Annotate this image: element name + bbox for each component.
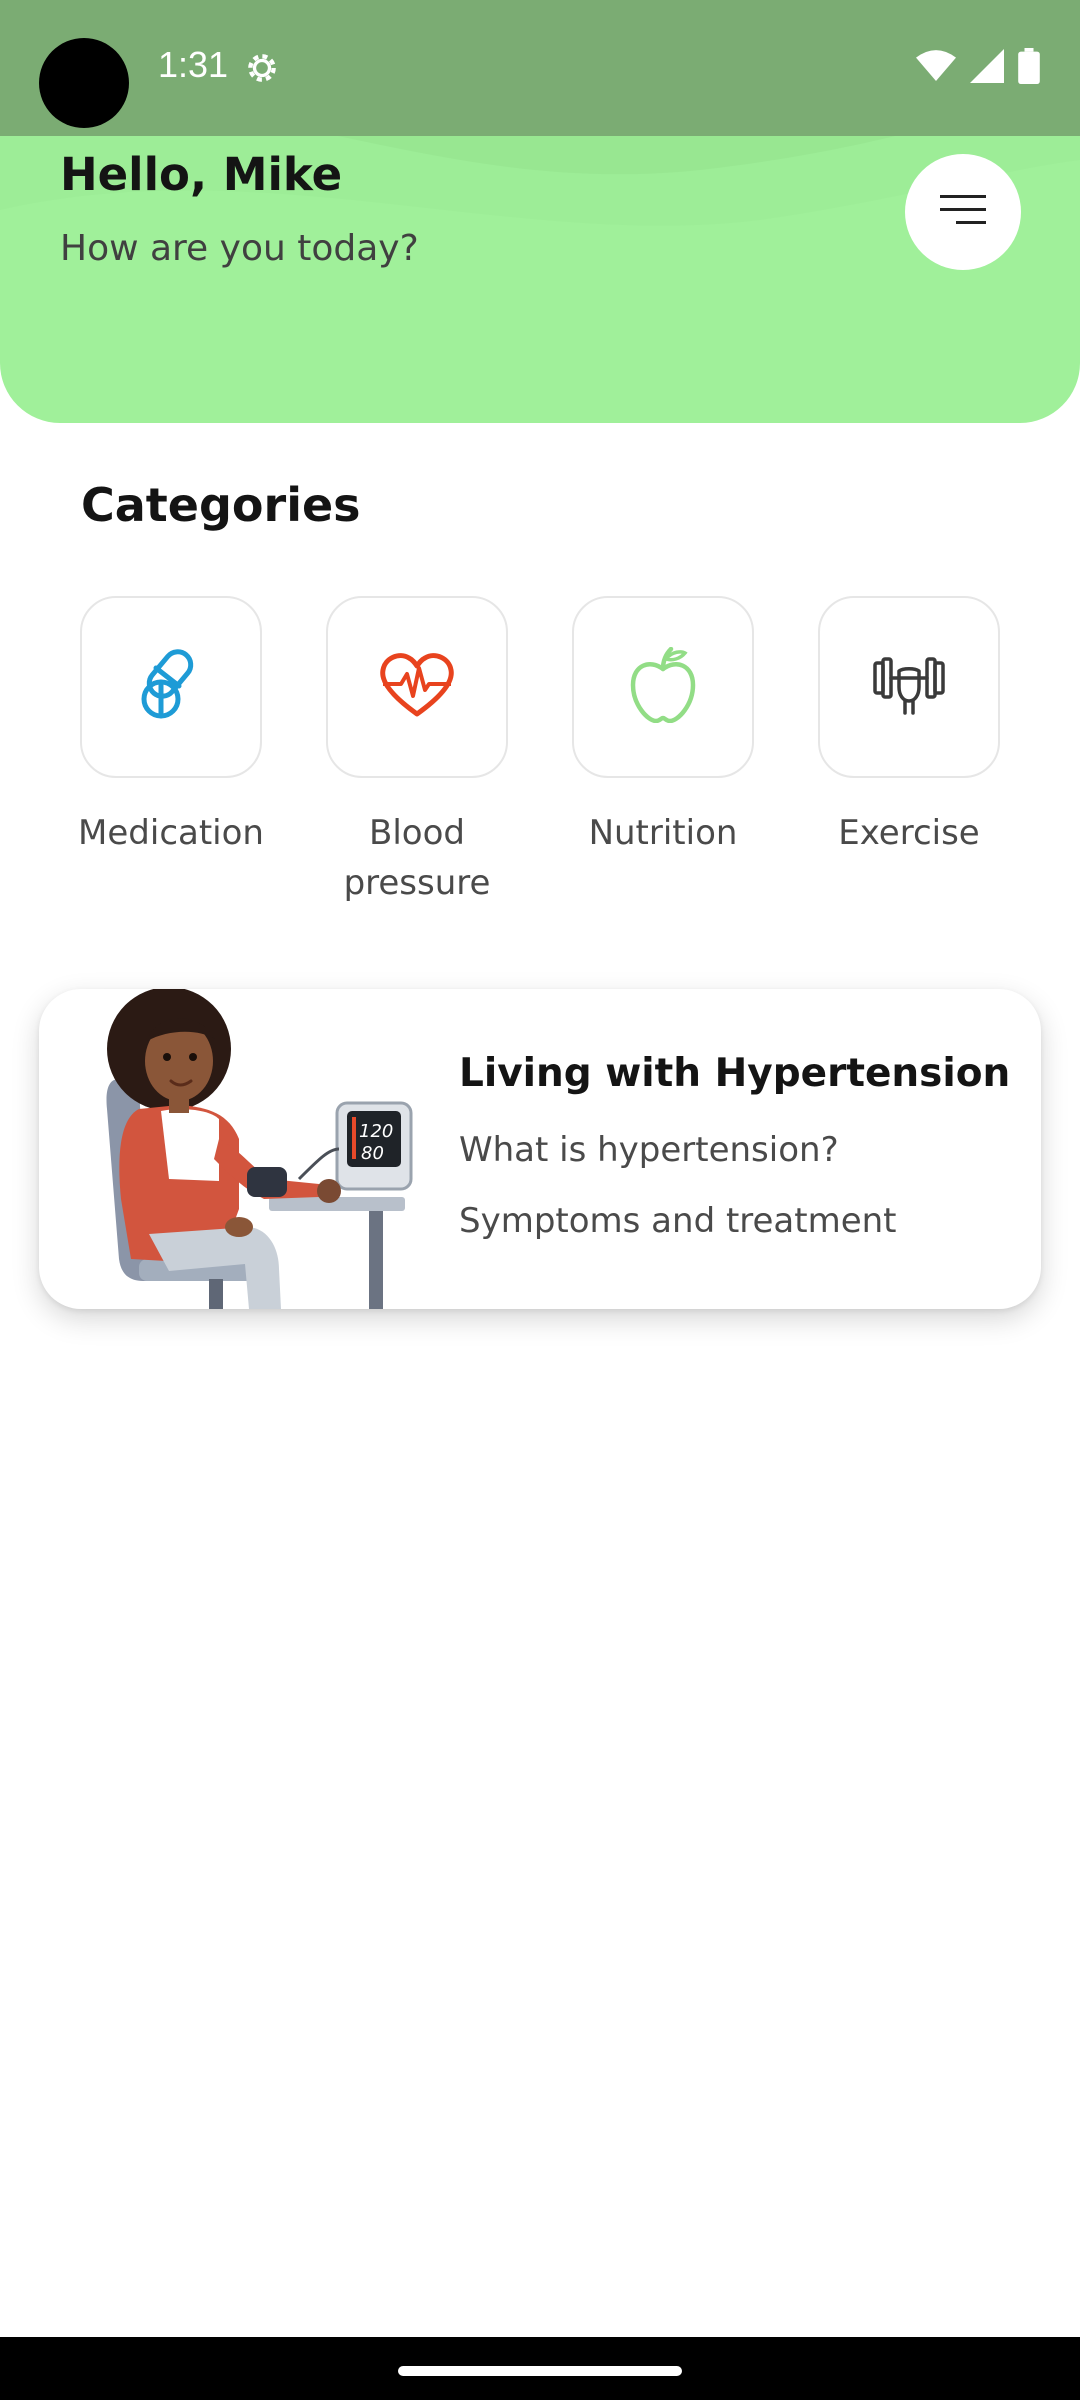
home-screen: 1:31 Hello, Mike How are you today? Cate… [0, 0, 1080, 2400]
categories-heading: Categories [81, 478, 361, 532]
system-navigation-bar [0, 2337, 1080, 2400]
apple-icon [630, 646, 696, 727]
category-blood-pressure[interactable]: Blood pressure [294, 596, 540, 908]
status-time: 1:31 [158, 44, 229, 85]
settings-gear-icon [242, 48, 282, 92]
status-bar: 1:31 [0, 0, 1080, 136]
article-link-what-is-hypertension[interactable]: What is hypertension? [459, 1130, 839, 1170]
woman-measuring-blood-pressure-illustration: 120 80 [69, 989, 449, 1309]
monitor-reading-systolic: 120 [359, 1121, 393, 1142]
pill-icon [131, 645, 211, 729]
wifi-icon [916, 49, 956, 87]
category-nutrition[interactable]: Nutrition [540, 596, 786, 858]
cellular-signal-icon [970, 49, 1004, 87]
battery-icon [1018, 48, 1040, 88]
category-label: Nutrition [588, 813, 738, 853]
category-medication[interactable]: Medication [48, 596, 294, 858]
article-link-symptoms-treatment[interactable]: Symptoms and treatment [459, 1201, 897, 1241]
category-tile[interactable] [326, 596, 508, 778]
dumbbell-icon [871, 655, 947, 719]
header-banner: 1:31 Hello, Mike How are you today? [0, 0, 1080, 423]
menu-icon [940, 195, 986, 229]
heart-pulse-icon [379, 650, 455, 724]
category-tile[interactable] [572, 596, 754, 778]
article-card-hypertension[interactable]: 120 80 Living with Hypertension What is … [39, 989, 1041, 1309]
greeting-heading: Hello, Mike [60, 148, 343, 201]
monitor-reading-diastolic: 80 [361, 1143, 384, 1164]
camera-cutout [39, 38, 129, 128]
category-label: Medication [78, 813, 264, 853]
status-icons [916, 48, 1040, 88]
category-exercise[interactable]: Exercise [786, 596, 1032, 858]
article-title: Living with Hypertension [459, 1051, 1011, 1096]
category-label: Blood pressure [343, 813, 491, 903]
menu-button[interactable] [905, 154, 1021, 270]
greeting-subtitle: How are you today? [60, 228, 419, 269]
category-label: Exercise [838, 813, 980, 853]
category-tile[interactable] [80, 596, 262, 778]
home-gesture-handle[interactable] [398, 2366, 682, 2376]
category-tile[interactable] [818, 596, 1000, 778]
